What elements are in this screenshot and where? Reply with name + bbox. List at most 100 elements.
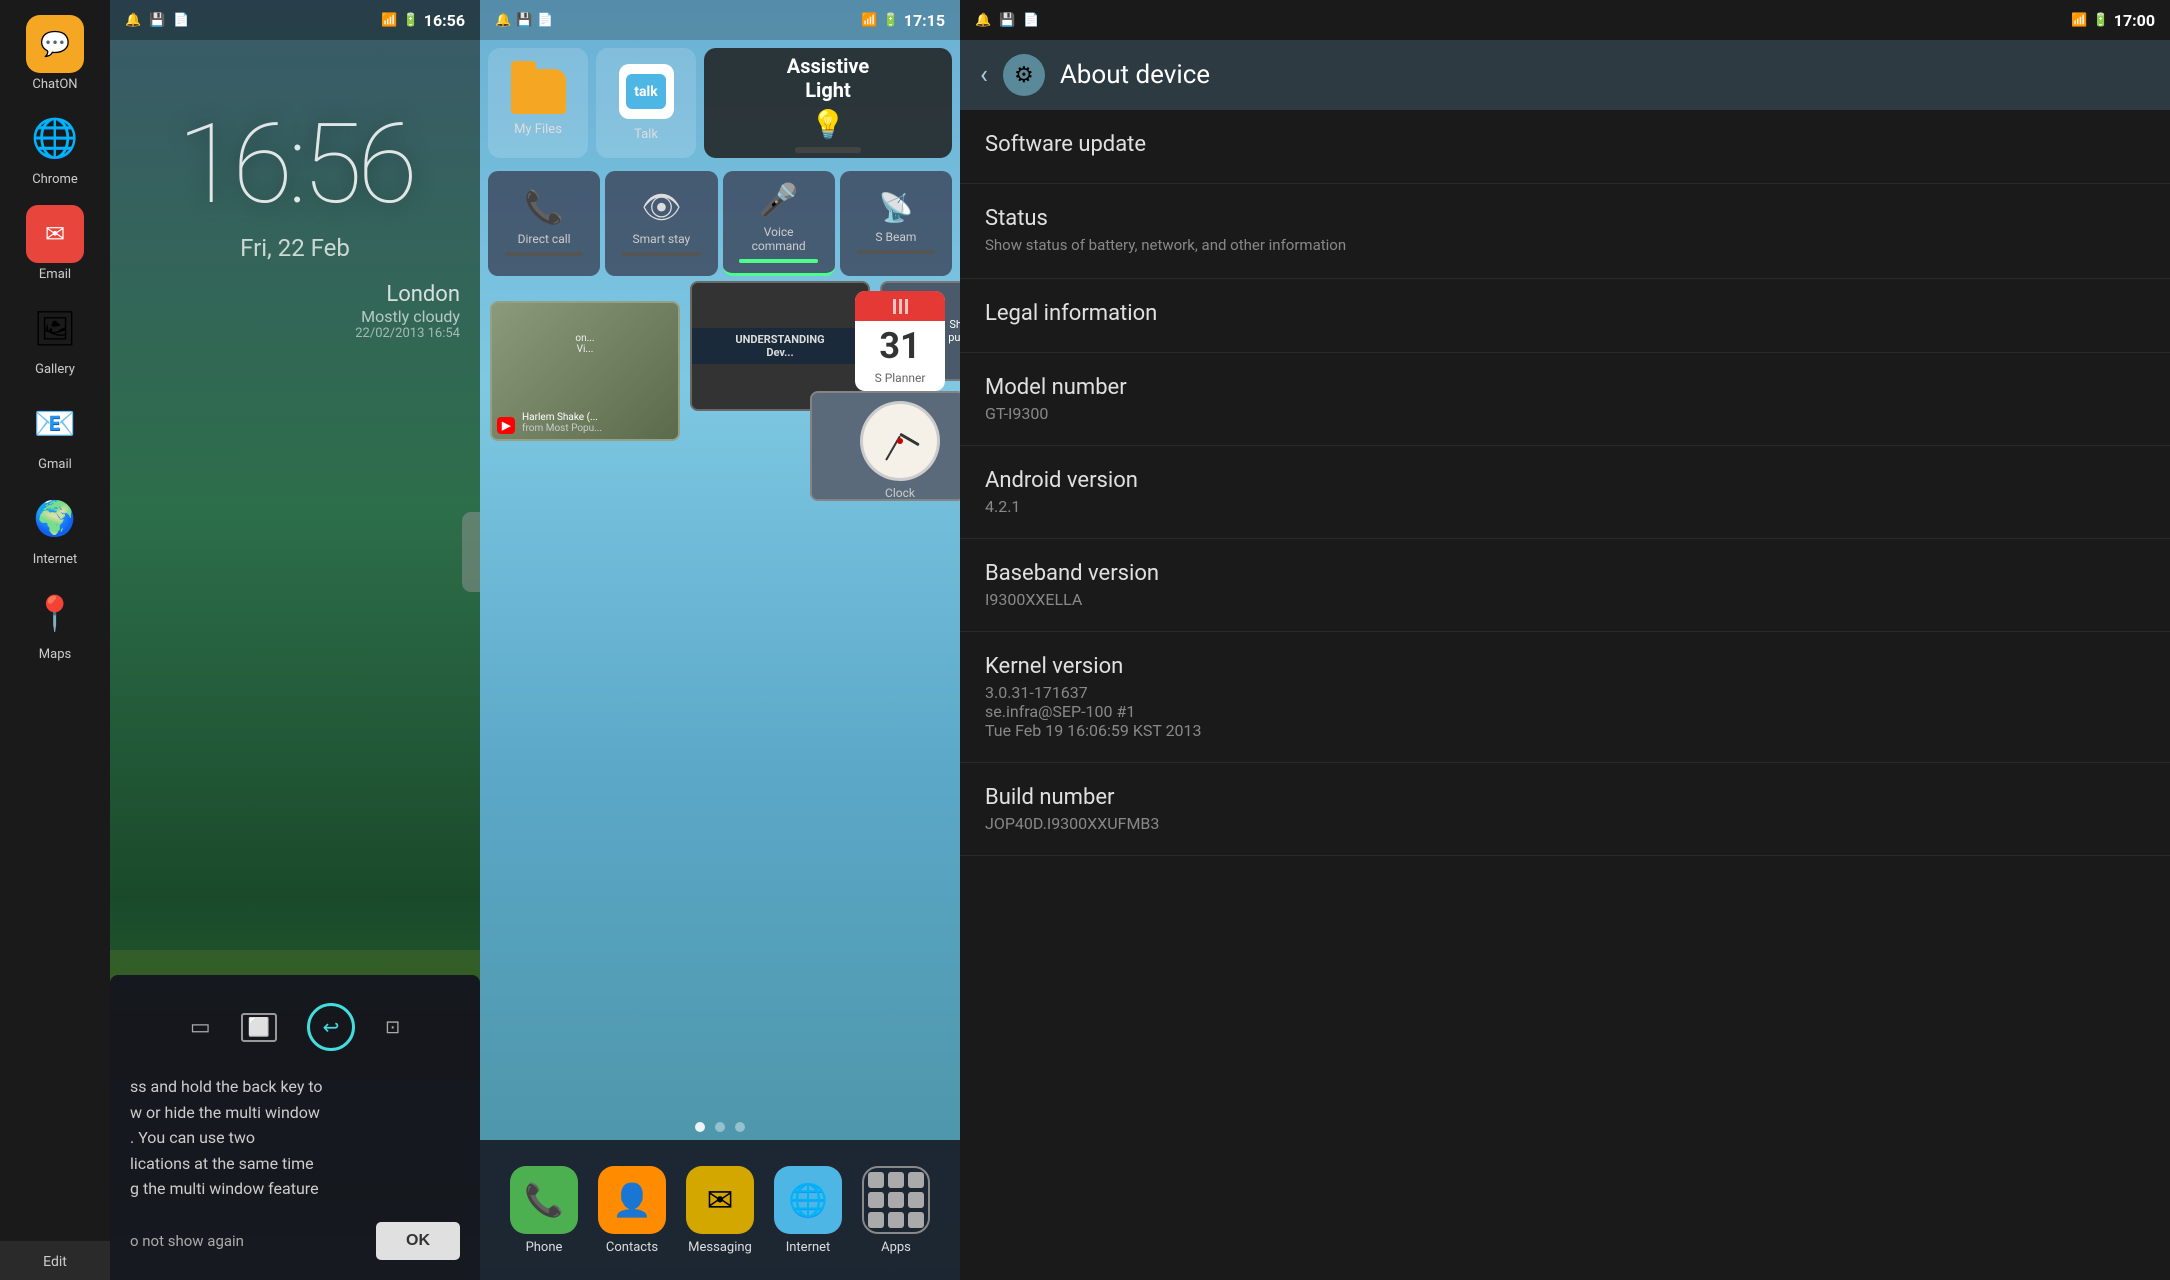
sidebar-item-chrome[interactable]: 🌐 Chrome [8,105,103,192]
back-circle-icon[interactable]: ↩ [307,1003,355,1051]
voice-command-label: Voice command [752,225,806,253]
youtube-badge: ▶ [497,417,515,434]
direct-call-bar [505,252,584,256]
messaging-dock-label: Messaging [688,1240,752,1255]
p3-storage-icon: 💾 [999,13,1015,28]
widget-assistive-light[interactable]: Assistive Light 💡 [704,48,952,158]
build-number-value: JOP40D.I9300XXUFMB3 [985,814,2145,833]
menu-icon: ⊡ [385,1017,400,1038]
storage-icon: 💾 [149,13,165,28]
battery-icon: 🔋 [403,13,419,28]
p3-status-bar: 🔔 💾 📄 📶 🔋 17:00 [960,0,2170,40]
recent-apps-icon: ▭ [190,1015,211,1040]
clock-center-dot [897,438,903,444]
signal-icon: 📶 [381,13,397,28]
model-number-title: Model number [985,375,2145,400]
gallery-icon: 🖼 [26,300,84,358]
sidebar-item-email[interactable]: ✉ Email [8,200,103,287]
legal-title: Legal information [985,301,2145,326]
p3-notification-icon: 🔔 [975,13,991,28]
edit-label: Edit [43,1254,67,1270]
splanner-label: S Planner [855,371,945,388]
p3-battery-icon: 🔋 [2093,13,2109,28]
multiwindow-description: ss and hold the back key to w or hide th… [130,1074,460,1202]
p2-status-bar: 🔔 💾 📄 📶 🔋 17:15 [480,0,960,40]
status-icons-left: 🔔 💾 📄 [125,13,190,28]
direct-call-label: Direct call [518,232,571,246]
feature-direct-call[interactable]: 📞 Direct call [488,171,600,276]
sidebar-item-chaton[interactable]: 💬 ChatON [8,10,103,97]
bottom-dock: 📞 Phone 👤 Contacts ✉ Messaging 🌐 Interne… [480,1140,960,1280]
back-button[interactable]: ‹ [980,60,988,90]
p3-header: ‹ ⚙ About device [960,40,2170,110]
chaton-icon: 💬 [26,15,84,73]
settings-software-update[interactable]: Software update [960,110,2170,184]
splanner-widget[interactable]: 31 S Planner [855,291,945,391]
settings-status[interactable]: Status Show status of battery, network, … [960,184,2170,279]
p2-document-icon: 📄 [537,13,553,28]
clock-widget[interactable]: Clock [855,401,945,491]
yt-thumb-label: Harlem Shake (...from Most Popu... [522,412,602,434]
apps-grid-icon [868,1172,924,1228]
weather-datetime: 22/02/2013 16:54 [110,326,460,341]
p3-document-icon: 📄 [1023,13,1039,28]
splanner-day: 31 [879,325,920,367]
chrome-icon: 🌐 [26,110,84,168]
nav-bar: ▭ ⬜ ↩ ⊡ [130,995,460,1059]
chrome-label: Chrome [32,172,78,187]
p2-notification-icon: 🔔 [495,13,511,28]
maps-label: Maps [39,647,71,662]
weather-condition: Mostly cloudy [110,307,460,326]
dot-2[interactable] [715,1122,725,1132]
email-icon: ✉ [26,205,84,263]
dock-apps[interactable]: Apps [862,1166,930,1255]
widget-talk[interactable]: talk Talk [596,48,696,158]
gmail-label: Gmail [38,457,72,472]
p3-time: 17:00 [2114,11,2155,30]
p2-status-icons-left: 🔔 💾 📄 [495,13,554,28]
sbeam-icon: 📡 [878,191,913,224]
about-device-title: About device [1060,60,1210,90]
settings-legal[interactable]: Legal information [960,279,2170,353]
feature-voice-command[interactable]: 🎤 Voice command [723,171,835,276]
sidebar-item-gmail[interactable]: 📧 Gmail [8,390,103,477]
multiwindow-overlay: ▭ ⬜ ↩ ⊡ ss and hold the back key to w or… [110,975,480,1280]
thumb-british-museum[interactable]: on...Vi... ▶ Harlem Shake (...from Most … [490,301,680,441]
scroll-handle[interactable] [462,512,480,592]
gallery-label: Gallery [35,362,75,377]
sidebar-edit[interactable]: Edit [0,1241,110,1280]
feature-sbeam[interactable]: 📡 S Beam [840,171,952,276]
settings-build-number: Build number JOP40D.I9300XXUFMB3 [960,763,2170,856]
sidebar-item-gallery[interactable]: 🖼 Gallery [8,295,103,382]
p1-status-bar: 🔔 💾 📄 📶 🔋 16:56 [110,0,480,40]
ok-button[interactable]: OK [376,1222,460,1260]
model-number-value: GT-I9300 [985,404,2145,423]
baseband-version-title: Baseband version [985,561,2145,586]
lock-screen: 🔔 💾 📄 📶 🔋 16:56 16:56 Fri, 22 Feb London… [110,0,480,1280]
dock-contacts[interactable]: 👤 Contacts [598,1166,666,1255]
smart-stay-bar [622,252,701,256]
weather-city: London [110,282,460,307]
contacts-dock-icon: 👤 [598,1166,666,1234]
feature-smart-stay[interactable]: 👁 Smart stay [605,171,717,276]
maps-icon: 📍 [26,585,84,643]
dock-phone[interactable]: 📞 Phone [510,1166,578,1255]
email-label: Email [39,267,71,282]
clock-label: Clock [855,486,945,500]
status-title: Status [985,206,2145,231]
status-right: 📶 🔋 16:56 [381,11,465,30]
dock-internet[interactable]: 🌐 Internet [774,1166,842,1255]
dot-1[interactable] [695,1122,705,1132]
settings-gear-icon: ⚙ [1003,54,1045,96]
document-icon: 📄 [173,13,189,28]
recent-apps-area: on...Vi... ▶ Harlem Shake (...from Most … [480,281,960,1114]
widget-myfiles[interactable]: My Files [488,48,588,158]
myfiles-folder-icon [511,69,566,114]
sidebar-item-internet[interactable]: 🌍 Internet [8,485,103,572]
contacts-dock-label: Contacts [606,1240,658,1255]
sidebar-item-maps[interactable]: 📍 Maps [8,580,103,667]
dot-3[interactable] [735,1122,745,1132]
dock-messaging[interactable]: ✉ Messaging [686,1166,754,1255]
p2-signal-icon: 📶 [861,13,877,28]
android-version-title: Android version [985,468,2145,493]
